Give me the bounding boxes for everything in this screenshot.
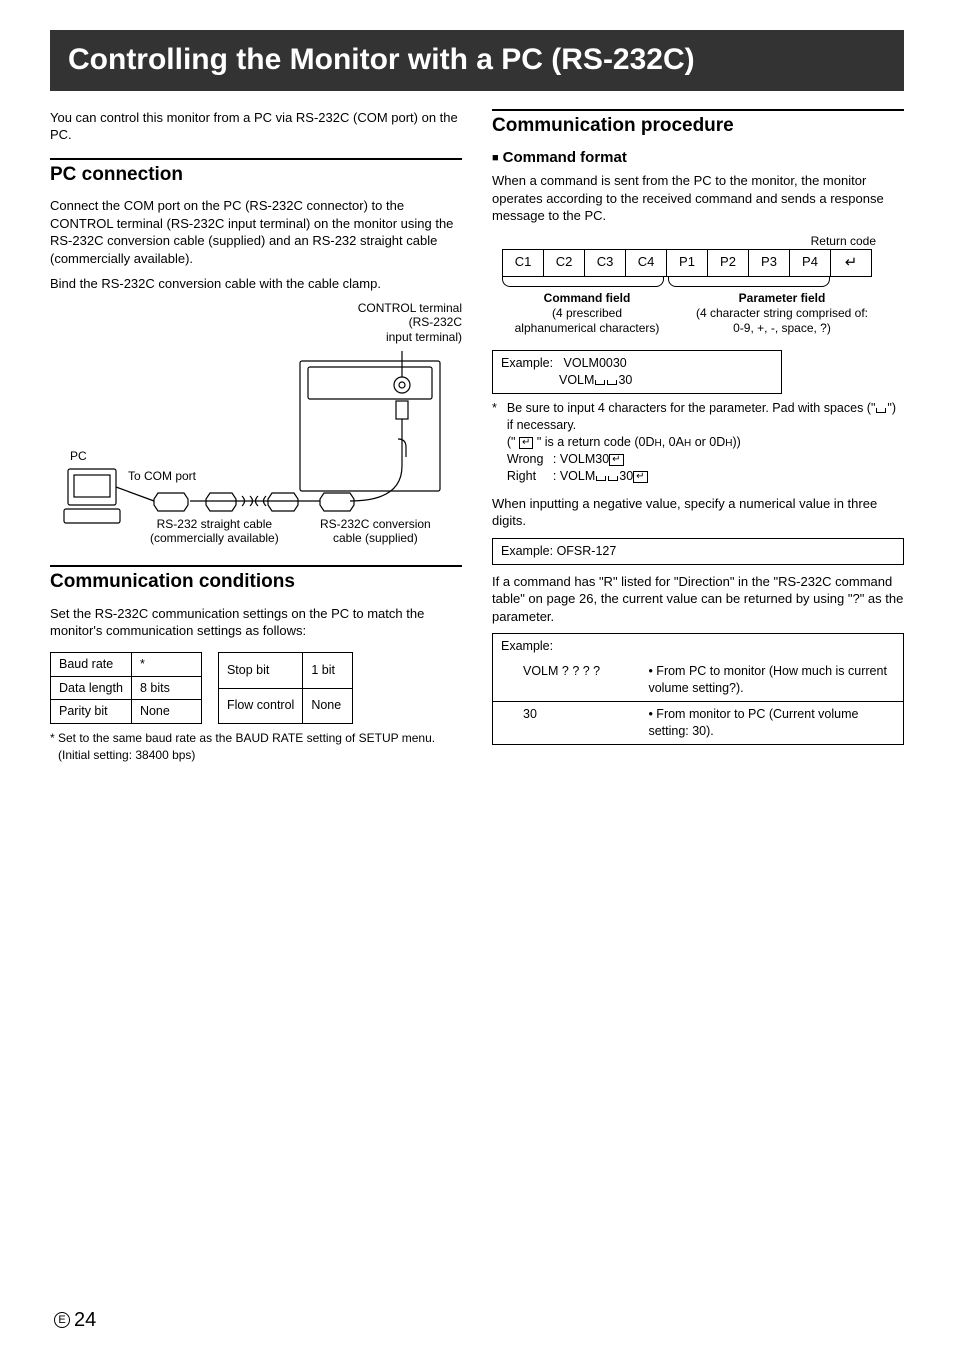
intro-text: You can control this monitor from a PC v… xyxy=(50,109,462,144)
command-format-text: When a command is sent from the PC to th… xyxy=(492,172,904,225)
to-com-port-label: To COM port xyxy=(128,469,196,483)
example-ofsr-box: Example: OFSR-127 xyxy=(492,538,904,565)
parameter-field-sub: (4 character string comprised of: 0-9, +… xyxy=(696,306,868,335)
query-example-table: Example: VOLM ? ? ? ? • From PC to monit… xyxy=(492,633,904,744)
return-code-label: Return code xyxy=(492,233,882,249)
pc-label: PC xyxy=(70,449,87,463)
page-number: E24 xyxy=(54,1307,96,1334)
region-e-icon: E xyxy=(54,1312,70,1328)
comm-conditions-text: Set the RS-232C communication settings o… xyxy=(50,605,462,640)
command-cells: C1 C2 C3 C4 P1 P2 P3 P4 ↵ xyxy=(502,249,872,277)
connection-diagram: CONTROL terminal (RS-232C input terminal… xyxy=(50,301,462,551)
command-field-label: Command field xyxy=(544,291,631,305)
comm-conditions-heading: Communication conditions xyxy=(50,565,462,595)
r-direction-note: If a command has "R" listed for "Directi… xyxy=(492,573,904,626)
baud-note: * Set to the same baud rate as the BAUD … xyxy=(50,730,462,762)
pc-connection-heading: PC connection xyxy=(50,158,462,188)
spec-table-1: Baud rate* Data length8 bits Parity bitN… xyxy=(50,652,202,725)
spec-table-2: Stop bit1 bit Flow controlNone xyxy=(218,652,353,725)
straight-cable-label: RS-232 straight cable (commercially avai… xyxy=(150,517,279,546)
parameter-field-label: Parameter field xyxy=(739,291,826,305)
example-volm-box: Example: VOLM0030 VOLM30 xyxy=(492,350,782,394)
command-format-heading: Command format xyxy=(492,148,904,168)
negative-value-note: When inputting a negative value, specify… xyxy=(492,495,904,530)
left-column: You can control this monitor from a PC v… xyxy=(50,109,462,771)
parameter-padding-note: * Be sure to input 4 characters for the … xyxy=(492,400,904,484)
pc-connection-p1: Connect the COM port on the PC (RS-232C … xyxy=(50,197,462,267)
conversion-cable-label: RS-232C conversion cable (supplied) xyxy=(320,517,431,546)
page-title-banner: Controlling the Monitor with a PC (RS-23… xyxy=(50,30,904,91)
right-column: Communication procedure Command format W… xyxy=(492,109,904,771)
comm-procedure-heading: Communication procedure xyxy=(492,109,904,139)
command-field-sub: (4 prescribed alphanumerical characters) xyxy=(515,306,660,335)
pc-connection-p2: Bind the RS-232C conversion cable with t… xyxy=(50,275,462,293)
